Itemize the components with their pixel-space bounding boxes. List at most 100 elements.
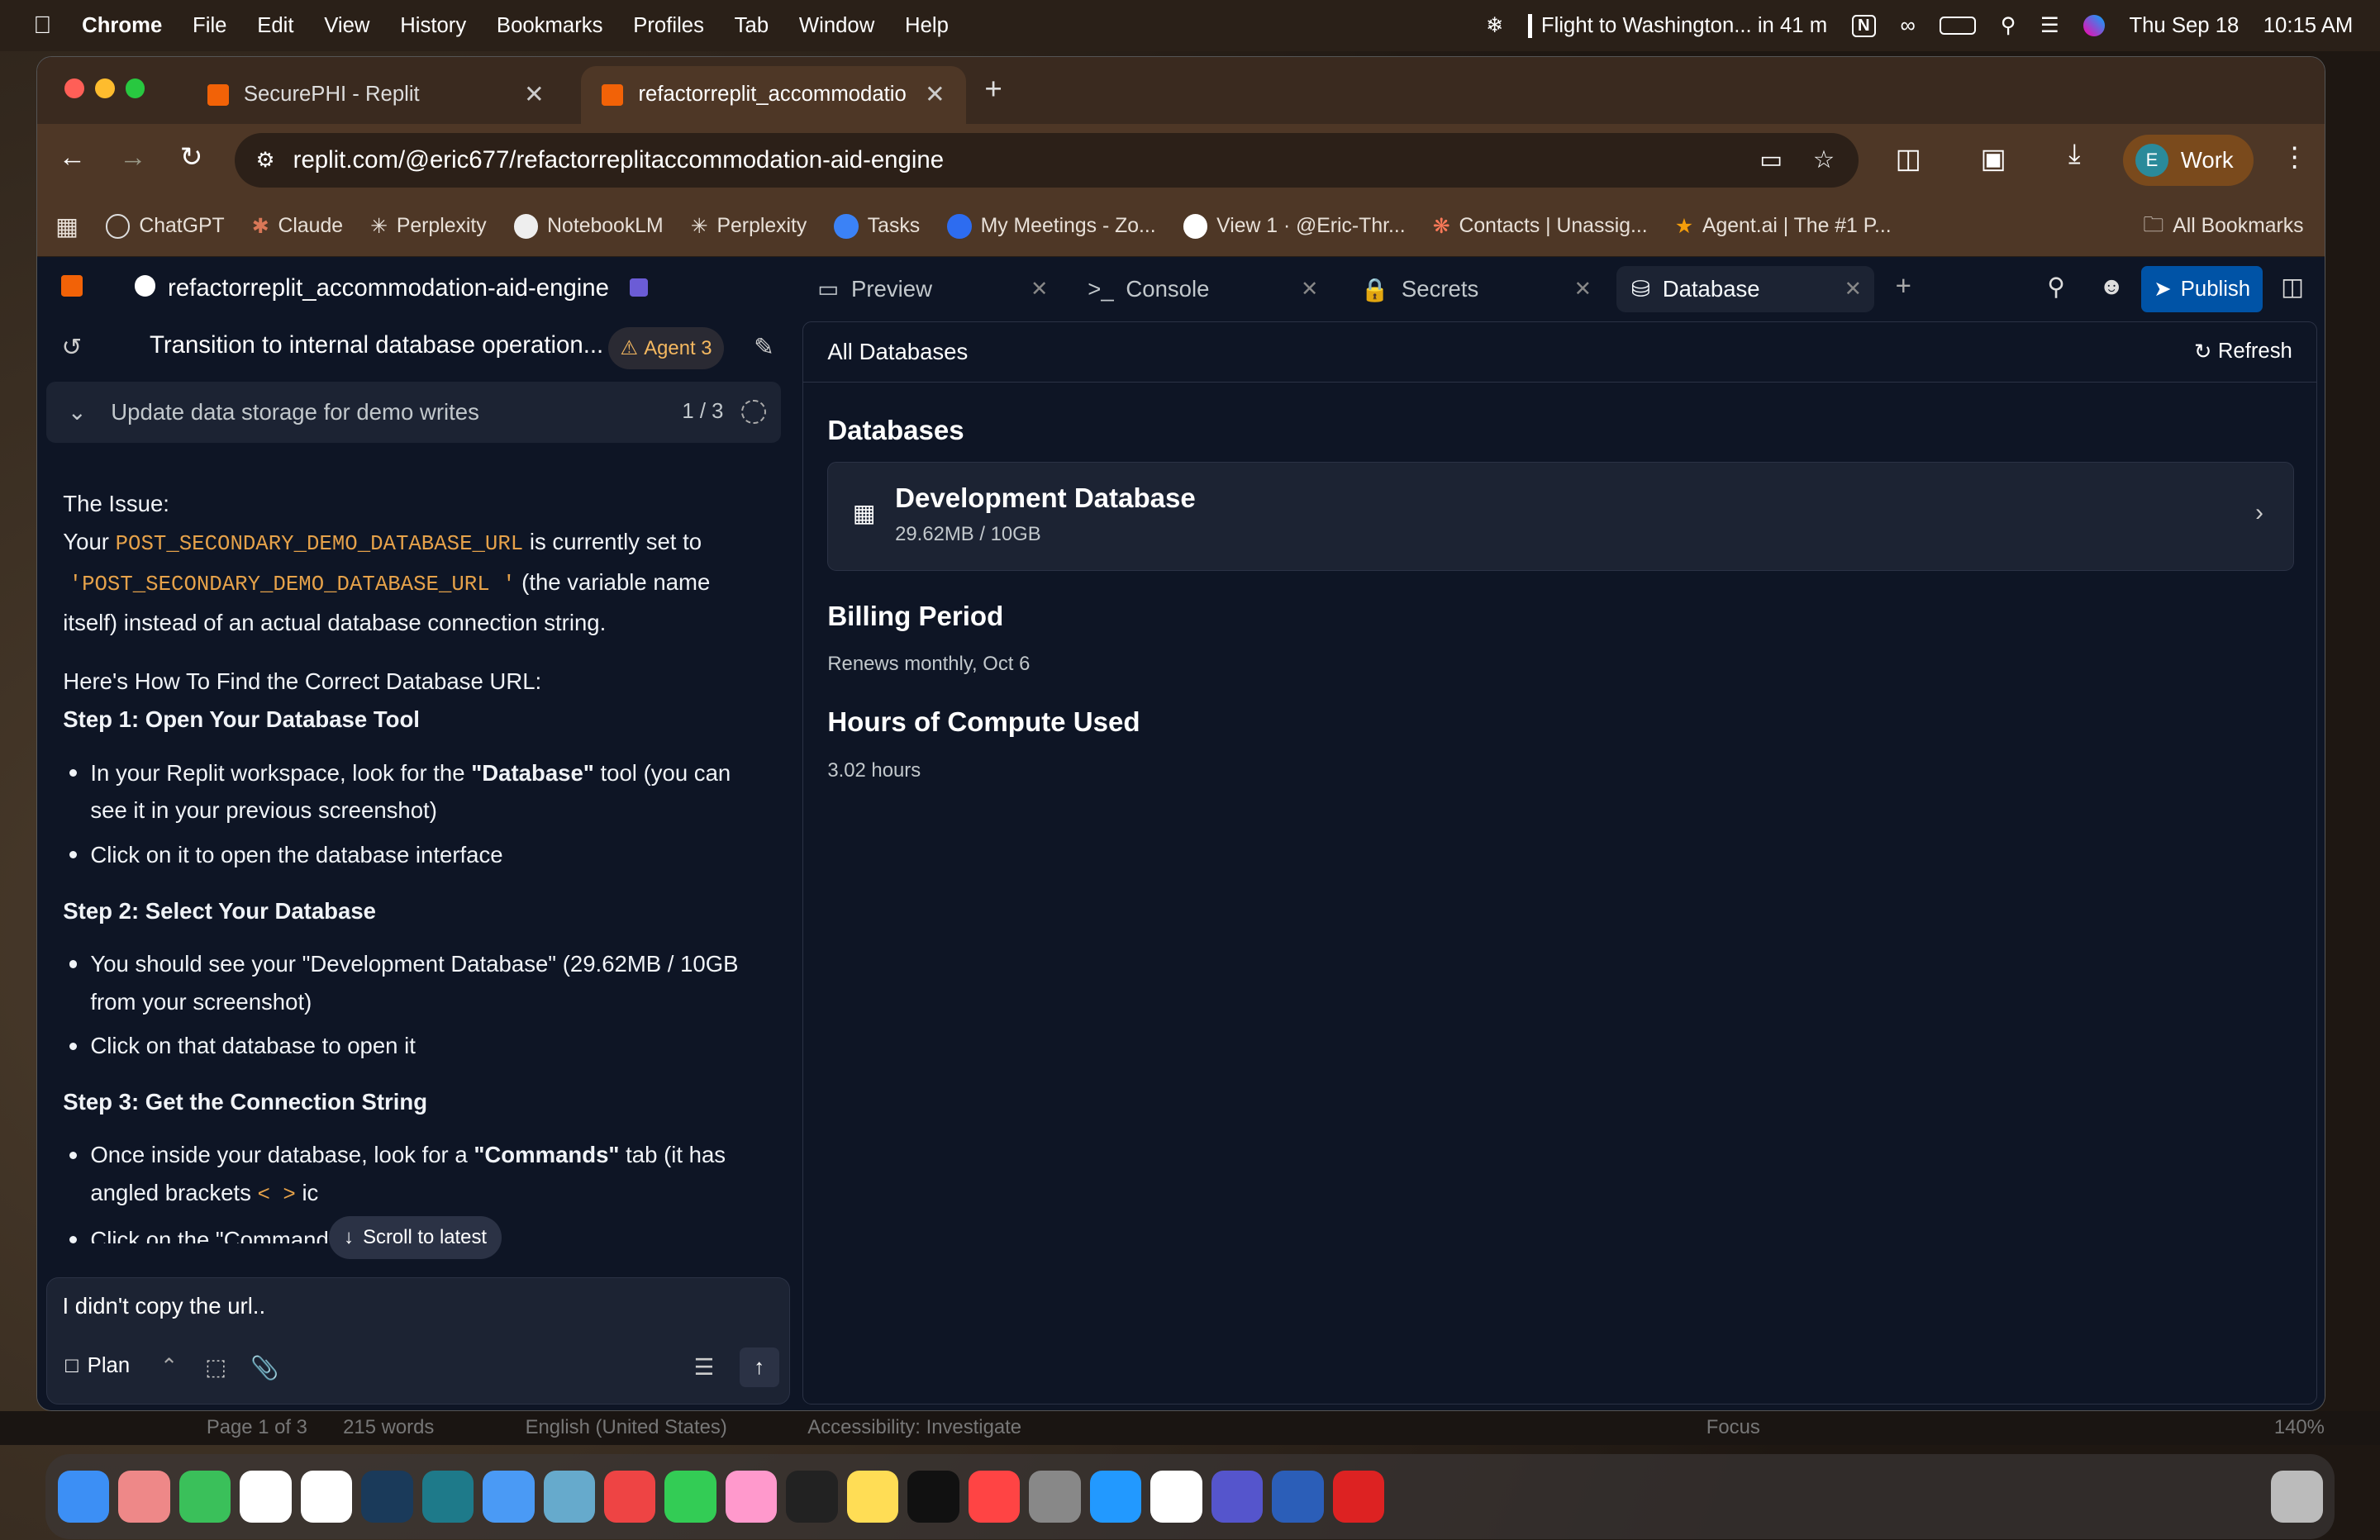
tab-console[interactable]: >_ Console ✕ xyxy=(1073,266,1330,311)
tab-database[interactable]: ⛁ Database ✕ xyxy=(1616,266,1874,312)
menu-window[interactable]: Window xyxy=(799,14,874,38)
database-card[interactable]: ▦ Development Database 29.62MB / 10GB › xyxy=(827,461,2294,571)
appstore-icon[interactable] xyxy=(1089,1471,1142,1523)
reload-icon[interactable]: ↻ xyxy=(180,140,203,173)
tab-search-icon[interactable]: ▣ xyxy=(1980,142,2006,175)
publish-button[interactable]: ➤ Publish xyxy=(2141,266,2263,312)
close-tab-icon[interactable]: ✕ xyxy=(925,80,945,109)
perplexity-app-icon[interactable] xyxy=(421,1471,474,1523)
site-settings-icon[interactable]: ⚙ xyxy=(256,148,275,173)
attach-icon[interactable]: 📎 xyxy=(250,1354,278,1381)
music-icon[interactable] xyxy=(968,1471,1021,1523)
menu-view[interactable]: View xyxy=(324,14,369,38)
link-icon[interactable]: ∞ xyxy=(1901,14,1916,38)
send-button[interactable]: ↑ xyxy=(739,1348,779,1388)
bookmark-agentai[interactable]: ★ Agent.ai | The #1 P... xyxy=(1675,214,1892,239)
menu-tab[interactable]: Tab xyxy=(735,14,769,38)
bookmark-tasks[interactable]: Tasks xyxy=(834,214,920,239)
search-icon[interactable]: ⚲ xyxy=(2001,13,2016,38)
apple-icon[interactable]:  xyxy=(33,12,51,40)
chrome-menu-icon[interactable]: ⋮ xyxy=(2281,140,2308,173)
minimize-window-button[interactable] xyxy=(94,78,115,98)
search-icon[interactable]: ⚲ xyxy=(2047,273,2065,302)
launchpad-icon[interactable] xyxy=(118,1471,170,1523)
menu-file[interactable]: File xyxy=(193,14,226,38)
new-chat-icon[interactable]: ✎ xyxy=(754,333,774,362)
add-tab-icon[interactable]: + xyxy=(1896,271,1911,302)
install-icon[interactable]: ▭ xyxy=(1759,145,1783,174)
all-bookmarks[interactable]: 🗀 All Bookmarks xyxy=(2143,209,2303,245)
layout-toggle-icon[interactable]: ◫ xyxy=(2281,273,2304,302)
calendar-icon[interactable] xyxy=(300,1471,353,1523)
facetime-icon[interactable] xyxy=(664,1471,716,1523)
bookmark-zoom[interactable]: My Meetings - Zo... xyxy=(947,214,1156,239)
finder-icon[interactable] xyxy=(57,1471,110,1523)
refresh-button[interactable]: ↻ Refresh xyxy=(2194,340,2292,364)
maps-icon[interactable] xyxy=(543,1471,595,1523)
browser-tab-securephi[interactable]: SecurePHI - Replit ✕ xyxy=(186,66,565,124)
chat-input[interactable]: I didn't copy the url.. xyxy=(62,1293,265,1319)
menu-profiles[interactable]: Profiles xyxy=(633,14,704,38)
browser-tab-refactor[interactable]: refactorreplit_accommodatio ✕ xyxy=(580,65,967,124)
tab-preview[interactable]: ▭ Preview ✕ xyxy=(802,266,1060,311)
messages-icon[interactable] xyxy=(178,1471,231,1523)
download-icon[interactable]: ⤓ xyxy=(2068,139,2081,170)
settings-icon[interactable] xyxy=(1029,1471,1081,1523)
bookmark-perplexity[interactable]: ✳ Perplexity xyxy=(370,214,487,239)
word-icon[interactable] xyxy=(1272,1471,1324,1523)
time[interactable]: 10:15 AM xyxy=(2263,14,2354,38)
acrobat-icon[interactable] xyxy=(1332,1471,1385,1523)
chrome-icon[interactable] xyxy=(604,1471,656,1523)
arc-icon[interactable] xyxy=(361,1471,413,1523)
close-window-button[interactable] xyxy=(64,78,85,98)
close-icon[interactable]: ✕ xyxy=(1574,277,1592,302)
menu-bookmarks[interactable]: Bookmarks xyxy=(497,14,603,38)
apps-icon[interactable]: ▦ xyxy=(55,212,79,241)
replit-logo-icon[interactable] xyxy=(61,275,83,297)
close-icon[interactable]: ✕ xyxy=(1031,277,1049,302)
zoom-window-button[interactable] xyxy=(125,78,145,98)
siri-icon[interactable] xyxy=(2083,15,2106,37)
date[interactable]: Thu Sep 18 xyxy=(2129,14,2239,38)
plan-toggle[interactable]: □ Plan ⌃ xyxy=(65,1354,178,1379)
back-icon[interactable]: ← xyxy=(59,142,86,173)
close-tab-icon[interactable]: ✕ xyxy=(524,80,545,109)
close-icon[interactable]: ✕ xyxy=(1844,277,1863,302)
project-name[interactable]: refactorreplit_accommodation-aid-engine xyxy=(168,274,609,302)
trash-icon[interactable] xyxy=(2271,1471,2323,1523)
battery-icon[interactable] xyxy=(1940,17,1977,36)
bookmark-claude[interactable]: ✱ Claude xyxy=(252,214,343,239)
forward-icon[interactable]: → xyxy=(119,142,146,173)
control-center-icon[interactable]: ☰ xyxy=(2040,13,2059,38)
tv-icon[interactable] xyxy=(907,1471,959,1523)
bookmark-github[interactable]: View 1 · @Eric-Thr... xyxy=(1183,214,1406,239)
notes-icon[interactable] xyxy=(846,1471,899,1523)
menu-history[interactable]: History xyxy=(400,14,466,38)
menu-help[interactable]: Help xyxy=(905,14,949,38)
history-icon[interactable]: ↺ xyxy=(61,333,82,362)
mail-icon[interactable] xyxy=(483,1471,535,1523)
new-tab-icon[interactable]: + xyxy=(984,72,1002,107)
bookmark-star-icon[interactable]: ☆ xyxy=(1813,145,1835,174)
photos-icon[interactable] xyxy=(725,1471,778,1523)
bookmark-perplexity-2[interactable]: ✳ Perplexity xyxy=(691,214,807,239)
invite-icon[interactable]: ☻ xyxy=(2099,273,2125,301)
bookmark-chatgpt[interactable]: ChatGPT xyxy=(105,214,225,239)
notion-icon[interactable] xyxy=(240,1471,292,1523)
chatgpt-app-icon[interactable] xyxy=(786,1471,838,1523)
tab-secrets[interactable]: 🔒 Secrets ✕ xyxy=(1346,266,1604,311)
snowflake-icon[interactable]: ❄ xyxy=(1486,13,1504,38)
bookmark-contacts[interactable]: ❋ Contacts | Unassig... xyxy=(1433,214,1648,239)
settings-sliders-icon[interactable]: ☰ xyxy=(694,1354,715,1381)
scroll-to-latest-button[interactable]: ↓ Scroll to latest xyxy=(328,1216,502,1259)
all-databases-link[interactable]: All Databases xyxy=(827,339,968,365)
bookmark-notebooklm[interactable]: NotebookLM xyxy=(513,214,664,239)
profile-button[interactable]: E Work xyxy=(2123,134,2254,187)
menu-app-chrome[interactable]: Chrome xyxy=(82,14,162,38)
menu-edit[interactable]: Edit xyxy=(257,14,293,38)
slack-icon[interactable] xyxy=(1150,1471,1202,1523)
teams-icon[interactable] xyxy=(1211,1471,1264,1523)
calendar-event[interactable]: Flight to Washington... in 41 m xyxy=(1527,13,1827,38)
address-bar[interactable]: ⚙ replit.com/@eric677/refactorreplitacco… xyxy=(234,132,1859,188)
notion-icon[interactable]: N xyxy=(1851,14,1877,37)
